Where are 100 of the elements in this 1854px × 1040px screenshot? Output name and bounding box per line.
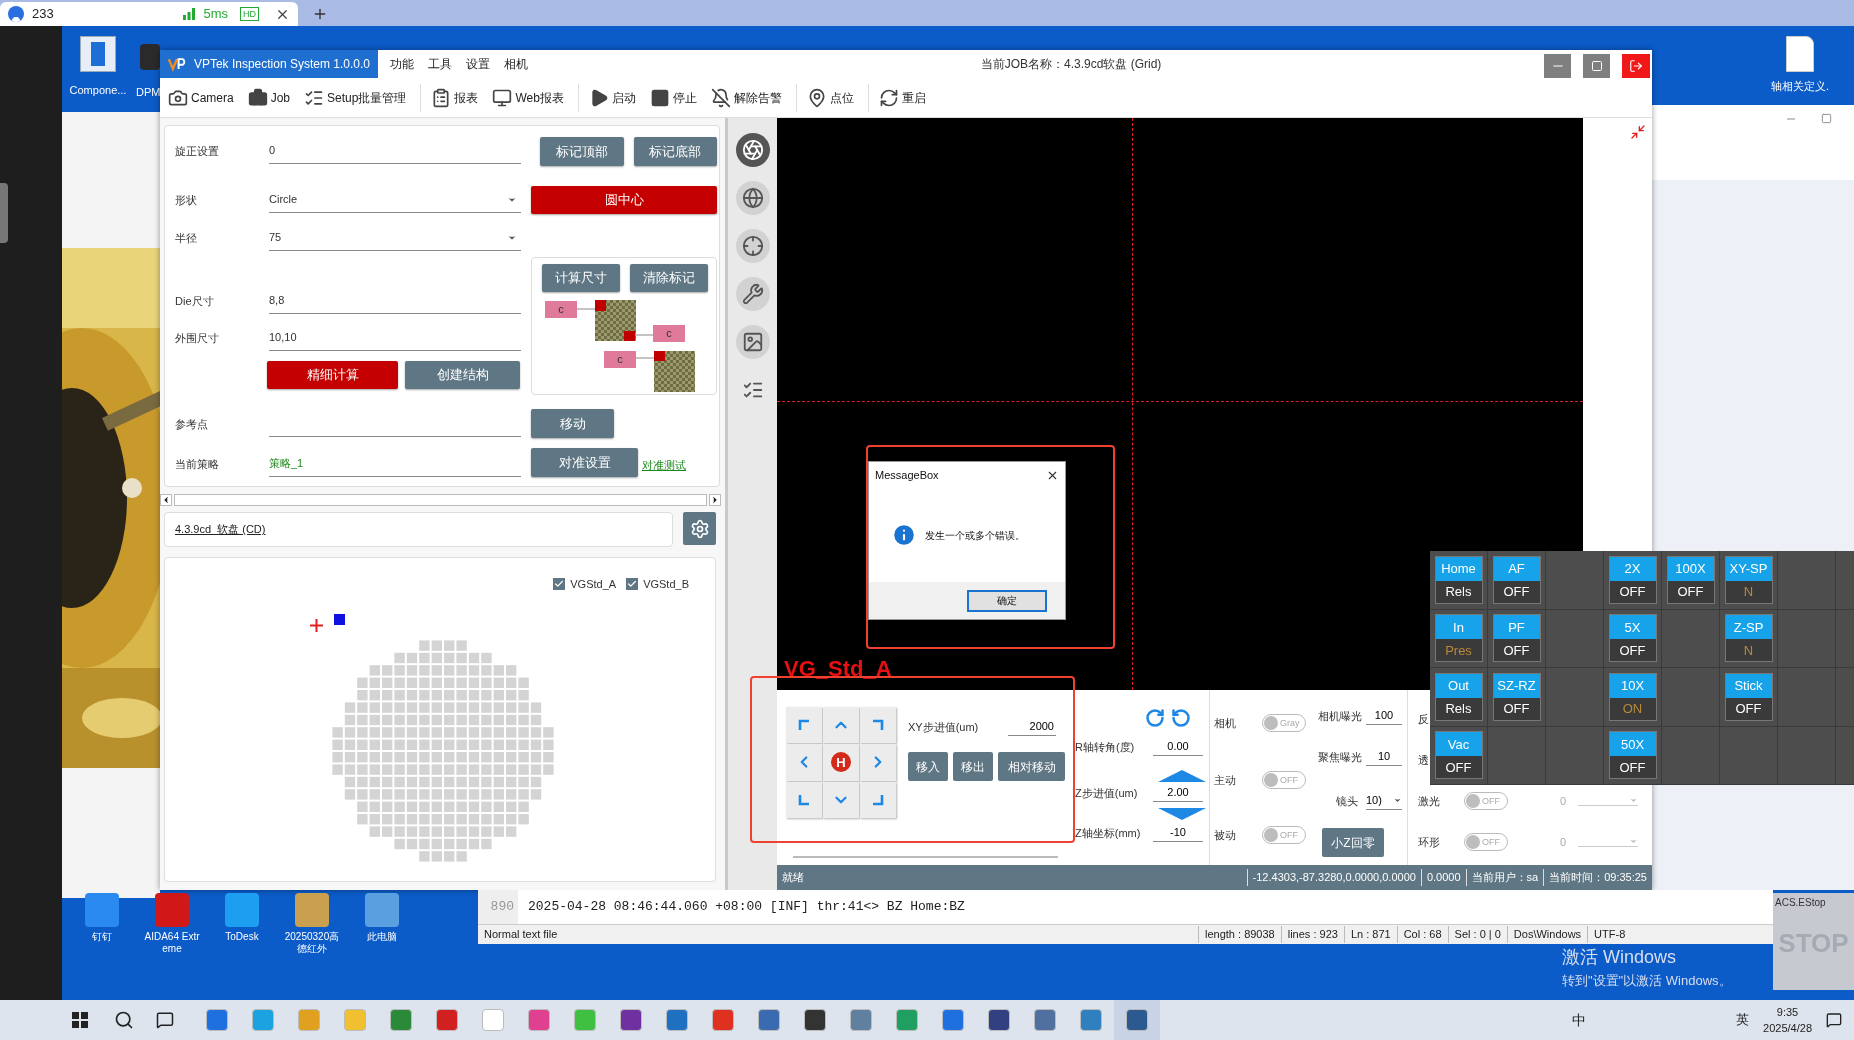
- desktop-icon-label[interactable]: 此电脑: [352, 931, 412, 943]
- ime-indicator[interactable]: 中: [1572, 1009, 1587, 1031]
- maximize-button[interactable]: [1583, 54, 1610, 78]
- increase-arrow-icon[interactable]: [1158, 770, 1206, 782]
- input-field[interactable]: 2.00: [1153, 784, 1203, 802]
- toolbar-button[interactable]: 报表: [431, 87, 479, 108]
- desktop-icon-label[interactable]: 20250320高德红外: [282, 931, 342, 955]
- desktop-icon-label[interactable]: 钉钉: [72, 931, 132, 943]
- action-button[interactable]: 移出: [953, 752, 993, 781]
- io-toggle-button[interactable]: In Pres: [1434, 614, 1483, 663]
- action-button[interactable]: 标记顶部: [540, 137, 624, 166]
- desktop-icon-label[interactable]: ToDesk: [212, 931, 272, 943]
- desktop-icon-label[interactable]: 轴相关定义.: [1770, 78, 1830, 95]
- io-toggle-button[interactable]: 10X ON: [1608, 672, 1657, 721]
- jog-button[interactable]: H: [823, 743, 859, 782]
- jog-button[interactable]: [860, 743, 896, 782]
- app-icon[interactable]: [988, 1009, 1010, 1031]
- exit-button[interactable]: [1622, 54, 1650, 78]
- document-icon[interactable]: [1786, 36, 1814, 72]
- jog-button[interactable]: [786, 707, 822, 743]
- desktop-icon-label[interactable]: AIDA64 Extreme: [142, 931, 202, 955]
- app-icon[interactable]: [1126, 1009, 1148, 1031]
- side-tool-button[interactable]: [735, 133, 770, 167]
- notification-icon[interactable]: [1826, 1012, 1842, 1028]
- io-toggle-button[interactable]: Vac OFF: [1434, 731, 1483, 780]
- menu-item[interactable]: 设置: [466, 55, 490, 73]
- dropdown-field[interactable]: 75: [269, 225, 521, 251]
- io-toggle-button[interactable]: Z-SP N: [1724, 614, 1773, 663]
- io-toggle-button[interactable]: 50X OFF: [1608, 731, 1657, 780]
- action-button[interactable]: 对准设置: [531, 448, 638, 477]
- rotate-clockwise-icon[interactable]: [1145, 708, 1165, 728]
- app-icon[interactable]: [804, 1009, 826, 1031]
- menu-item[interactable]: 相机: [504, 55, 528, 73]
- rotate-counterclockwise-icon[interactable]: [1171, 708, 1191, 728]
- remote-session-tab[interactable]: 233 5ms HD: [0, 2, 298, 26]
- dropdown-field[interactable]: Circle: [269, 187, 521, 213]
- ok-button[interactable]: 确定: [967, 589, 1047, 612]
- shrink-icon[interactable]: [1630, 124, 1646, 140]
- side-tool-button[interactable]: [735, 181, 770, 215]
- action-button[interactable]: 计算尺寸: [542, 264, 620, 292]
- action-button[interactable]: 创建结构: [405, 361, 520, 389]
- action-button[interactable]: 圆中心: [531, 186, 717, 214]
- maximize-icon[interactable]: [1821, 113, 1832, 124]
- action-button[interactable]: 精细计算: [267, 361, 398, 389]
- clock-date[interactable]: 2025/4/28: [1763, 1020, 1812, 1037]
- jog-button[interactable]: [860, 782, 896, 818]
- toolbar-button[interactable]: Job: [247, 87, 291, 108]
- language-indicator[interactable]: 英: [1736, 1010, 1750, 1030]
- side-tool-button[interactable]: [735, 277, 770, 311]
- checkbox[interactable]: [626, 578, 639, 591]
- scroll-right-icon[interactable]: [709, 494, 721, 506]
- jog-button[interactable]: [786, 743, 822, 782]
- toolbar-button[interactable]: Camera: [168, 87, 234, 108]
- side-tool-button[interactable]: [735, 229, 770, 263]
- minimize-button[interactable]: [1544, 54, 1571, 78]
- new-tab-icon[interactable]: [312, 6, 328, 22]
- horizontal-scrollbar[interactable]: [160, 493, 721, 507]
- align-test-link[interactable]: 对准测试: [642, 456, 686, 473]
- toolbar-button[interactable]: 点位: [806, 87, 854, 108]
- toolbar-button[interactable]: Setup批量管理: [304, 87, 407, 108]
- input-field[interactable]: 0.00: [1153, 738, 1203, 756]
- side-tool-button[interactable]: [735, 325, 770, 359]
- menu-item[interactable]: 工具: [428, 55, 452, 73]
- io-toggle-button[interactable]: 2X OFF: [1608, 555, 1657, 604]
- jog-button[interactable]: [823, 707, 859, 743]
- action-button[interactable]: 移入: [908, 752, 948, 781]
- io-toggle-button[interactable]: AF OFF: [1492, 555, 1541, 604]
- io-toggle-button[interactable]: 100X OFF: [1666, 555, 1715, 604]
- search-icon[interactable]: [114, 1010, 134, 1030]
- io-toggle-button[interactable]: Stick OFF: [1724, 672, 1773, 721]
- action-button[interactable]: 标记底部: [633, 137, 717, 166]
- action-button[interactable]: 移动: [531, 409, 614, 438]
- clock-time[interactable]: 9:35: [1776, 1003, 1799, 1020]
- input-field[interactable]: -10: [1153, 824, 1203, 842]
- input-field[interactable]: 2000: [1008, 718, 1056, 736]
- toolbar-button[interactable]: 启动: [588, 87, 636, 108]
- io-toggle-button[interactable]: XY-SP N: [1724, 555, 1773, 604]
- scroll-handle[interactable]: [0, 183, 8, 243]
- io-toggle-button[interactable]: Home Rels: [1434, 555, 1483, 604]
- app-icon[interactable]: [758, 1009, 780, 1031]
- input-field[interactable]: 100: [1366, 707, 1402, 725]
- input-field[interactable]: 10,10: [269, 325, 521, 351]
- window-file-icon[interactable]: [80, 36, 116, 72]
- input-field[interactable]: 8,8: [269, 288, 521, 314]
- io-toggle-button[interactable]: PF OFF: [1492, 614, 1541, 663]
- scroll-left-icon[interactable]: [160, 494, 172, 506]
- desktop-icon-label[interactable]: Compone...: [69, 82, 127, 99]
- io-toggle-button[interactable]: SZ-RZ OFF: [1492, 672, 1541, 721]
- input-field[interactable]: 策略_1: [269, 451, 521, 477]
- app-icon[interactable]: [436, 1009, 458, 1031]
- io-toggle-button[interactable]: Out Rels: [1434, 672, 1483, 721]
- action-button[interactable]: 相对移动: [998, 752, 1065, 781]
- menu-item[interactable]: 功能: [390, 55, 414, 73]
- input-field[interactable]: 0: [269, 138, 521, 164]
- start-icon[interactable]: [72, 1012, 88, 1028]
- toolbar-button[interactable]: 停止: [649, 87, 697, 108]
- checkbox[interactable]: [553, 578, 566, 591]
- desktop-icon-label[interactable]: DPM: [136, 84, 160, 101]
- toolbar-button[interactable]: Web报表: [492, 87, 564, 108]
- action-button[interactable]: 清除标记: [630, 264, 708, 292]
